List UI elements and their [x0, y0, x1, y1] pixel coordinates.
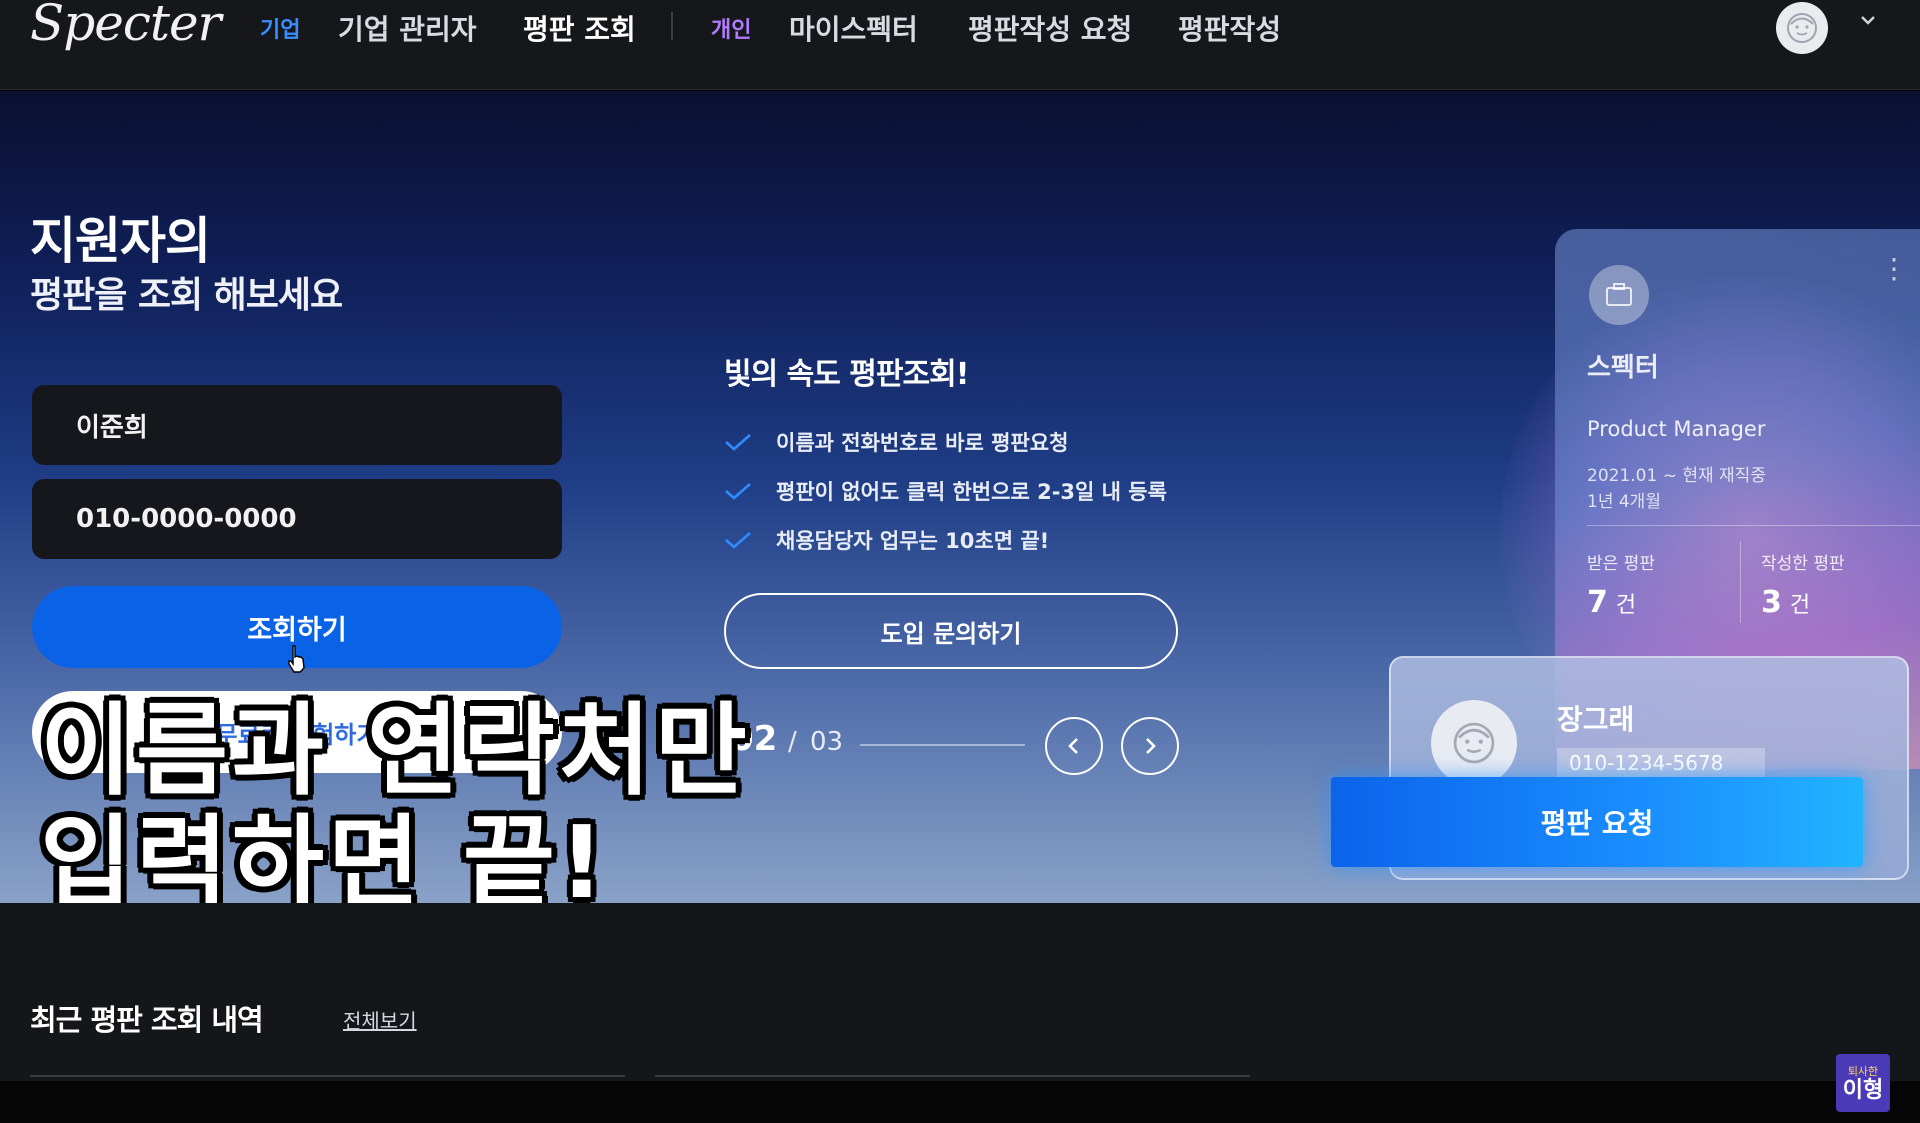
pager-slash: /: [788, 727, 797, 757]
reputation-request-button[interactable]: 평판 요청: [1331, 777, 1863, 867]
view-all-link[interactable]: 전체보기: [343, 1005, 417, 1034]
divider: [655, 1075, 1250, 1077]
inquiry-button[interactable]: 도입 문의하기: [724, 593, 1178, 669]
pager-total: 03: [810, 727, 844, 757]
channel-watermark: 퇴사한 이형: [1836, 1054, 1890, 1112]
chevron-left-icon: [1068, 738, 1078, 754]
received-value: 7: [1587, 585, 1608, 620]
count-unit: 건: [1615, 593, 1637, 618]
received-count: 7건: [1587, 585, 1636, 620]
video-subtitle-line2: 입력하면 끝!: [40, 804, 609, 903]
phone-input[interactable]: 010-0000-0000: [32, 479, 562, 559]
face-icon: [1787, 13, 1817, 43]
nav-request-reputation[interactable]: 평판작성 요청: [968, 8, 1132, 48]
name-input[interactable]: 이준희: [32, 385, 562, 465]
divider: [1587, 525, 1920, 526]
received-label: 받은 평판: [1587, 554, 1655, 574]
recent-section: 최근 평판 조회 내역 전체보기: [0, 903, 1920, 1081]
bottom-bar: [0, 1081, 1920, 1123]
check-icon: [725, 483, 751, 500]
feature-title: 빛의 속도 평판조회!: [724, 357, 969, 392]
profile-duration: 1년 4개월: [1587, 492, 1661, 512]
candidate-phone: 010-1234-5678: [1557, 748, 1765, 778]
profile-company: 스펙터: [1587, 353, 1659, 383]
more-options-icon[interactable]: ⋮: [1880, 255, 1908, 283]
hand-cursor-icon: [288, 645, 305, 673]
divider: [30, 1075, 625, 1077]
chevron-right-icon: [1146, 738, 1156, 754]
chevron-down-icon[interactable]: [1858, 10, 1878, 30]
prev-slide-button[interactable]: [1045, 717, 1103, 775]
user-avatar[interactable]: [1776, 2, 1828, 54]
specter-logo[interactable]: Specter: [30, 0, 221, 52]
recent-title: 최근 평판 조회 내역: [30, 1003, 264, 1037]
written-label: 작성한 평판: [1761, 554, 1845, 574]
check-icon: [725, 532, 751, 549]
profile-period: 2021.01 ~ 현재 재직중: [1587, 466, 1766, 486]
nav-company-admin[interactable]: 기업 관리자: [338, 8, 477, 48]
written-count: 3건: [1761, 585, 1810, 620]
company-section-tag: 기업: [260, 18, 301, 43]
divider: [1740, 541, 1741, 623]
written-value: 3: [1761, 585, 1782, 620]
candidate-avatar: [1431, 700, 1517, 786]
nav-divider: [671, 12, 673, 40]
top-navigation: Specter 기업 기업 관리자 평판 조회 개인 마이스펙터 평판작성 요청…: [0, 0, 1920, 90]
company-logo: [1589, 265, 1649, 325]
profile-role: Product Manager: [1587, 417, 1766, 441]
feature-item: 채용담당자 업무는 10초면 끝!: [724, 525, 1049, 555]
watermark-line2: 이형: [1842, 1078, 1884, 1103]
count-unit: 건: [1789, 593, 1811, 618]
nav-write-reputation[interactable]: 평판작성: [1178, 8, 1281, 48]
feature-text: 이름과 전화번호로 바로 평판요청: [776, 431, 1069, 455]
nav-reputation-lookup[interactable]: 평판 조회: [523, 8, 636, 48]
feature-text: 평판이 없어도 클릭 한번으로 2-3일 내 등록: [776, 480, 1167, 504]
candidate-name: 장그래: [1557, 703, 1635, 736]
feature-text: 채용담당자 업무는 10초면 끝!: [776, 529, 1050, 553]
check-icon: [725, 434, 751, 451]
hero-title: 지원자의: [30, 212, 211, 270]
nav-my-specter[interactable]: 마이스펙터: [789, 8, 918, 48]
pager-progress-line: [860, 744, 1025, 746]
building-icon: [1606, 283, 1632, 306]
hero-subtitle: 평판을 조회 해보세요: [30, 275, 343, 316]
feature-item: 이름과 전화번호로 바로 평판요청: [724, 427, 1068, 457]
feature-item: 평판이 없어도 클릭 한번으로 2-3일 내 등록: [724, 476, 1167, 506]
next-slide-button[interactable]: [1121, 717, 1179, 775]
face-icon: [1453, 722, 1495, 764]
personal-section-tag: 개인: [711, 18, 752, 43]
watermark-line1: 퇴사한: [1847, 1065, 1879, 1078]
